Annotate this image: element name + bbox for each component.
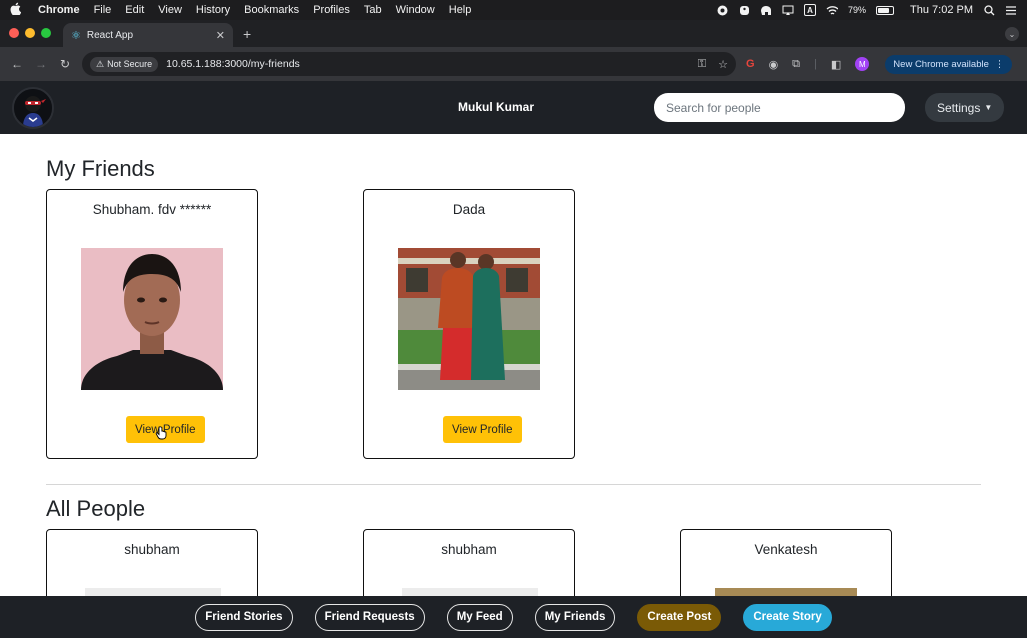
view-profile-label: View Profile [452, 423, 513, 436]
address-bar[interactable]: ⚠ Not Secure 10.65.1.188:3000/my-friends… [82, 52, 736, 76]
toolbar-separator: | [814, 58, 817, 70]
menu-file[interactable]: File [94, 4, 112, 16]
friend-card: Shubham. fdv ****** View Profile [46, 189, 258, 459]
back-arrow-icon[interactable]: ← [10, 57, 24, 71]
person-photo-placeholder [85, 588, 221, 596]
menu-app-name[interactable]: Chrome [38, 4, 80, 16]
reload-icon[interactable]: ↻ [58, 57, 72, 71]
warning-triangle-icon: ⚠ [96, 58, 105, 69]
menu-history[interactable]: History [196, 4, 230, 16]
record-icon[interactable] [716, 4, 728, 16]
new-chrome-available-button[interactable]: New Chrome available ⋮ [885, 54, 1013, 74]
tab-close-icon[interactable]: ✕ [216, 29, 225, 42]
bottom-nav-bar: Friend Stories Friend Requests My Feed M… [0, 596, 1027, 638]
extensions-puzzle-icon[interactable]: ⧉ [792, 58, 800, 71]
security-chip[interactable]: ⚠ Not Secure [90, 56, 159, 72]
navbar-user-name: Mukul Kumar [458, 100, 535, 114]
battery-icon[interactable] [876, 5, 895, 15]
menu-edit[interactable]: Edit [125, 4, 144, 16]
friend-photo [81, 248, 223, 390]
apple-icon[interactable] [10, 2, 24, 18]
menu-tab[interactable]: Tab [364, 4, 382, 16]
grammarly-extension-icon[interactable]: G [746, 58, 755, 70]
password-key-icon[interactable]: ⚿ [698, 58, 706, 71]
elephant-icon[interactable] [760, 4, 772, 16]
tab-search-chevron-icon[interactable]: ⌄ [1005, 27, 1019, 41]
bookmark-star-icon[interactable]: ☆ [718, 58, 728, 71]
side-panel-icon[interactable]: ◧ [831, 58, 841, 71]
person-name: shubham [124, 542, 180, 557]
menu-bookmarks[interactable]: Bookmarks [244, 4, 299, 16]
menu-window[interactable]: Window [396, 4, 435, 16]
settings-label: Settings [937, 100, 981, 115]
wifi-icon[interactable] [826, 4, 838, 16]
friend-requests-button[interactable]: Friend Requests [314, 603, 425, 631]
forward-arrow-icon[interactable]: → [34, 57, 48, 71]
search-people-input[interactable] [654, 93, 905, 122]
person-photo-placeholder [402, 588, 538, 596]
extensions-area: G ◉ ⧉ | ◧ M [746, 57, 870, 71]
accessibility-icon[interactable] [738, 4, 750, 16]
ninja-avatar-icon [14, 88, 52, 127]
view-profile-button[interactable]: View Profile [443, 416, 522, 443]
menubar-clock[interactable]: Thu 7:02 PM [910, 4, 973, 16]
all-people-heading: All People [46, 496, 146, 521]
my-friends-heading: My Friends [46, 156, 155, 181]
person-card: Venkatesh [680, 529, 892, 596]
my-feed-button[interactable]: My Feed [446, 603, 513, 631]
profile-avatar-icon[interactable]: M [855, 57, 870, 71]
omnibox-actions: ⚿ ☆ [698, 58, 728, 71]
tab-title: React App [86, 29, 134, 41]
person-name: shubham [441, 542, 497, 557]
menu-view[interactable]: View [158, 4, 182, 16]
main-content: My Friends Shubham. fdv ****** View Prof… [0, 134, 1027, 596]
input-source-icon[interactable]: A [804, 4, 816, 16]
menu-profiles[interactable]: Profiles [313, 4, 350, 16]
person-card: shubham [363, 529, 575, 596]
minimize-window-button[interactable] [25, 28, 35, 38]
create-post-button[interactable]: Create Post [637, 603, 722, 631]
macos-menu-bar: Chrome File Edit View History Bookmarks … [0, 0, 1027, 20]
more-vertical-icon: ⋮ [994, 58, 1005, 70]
browser-tab-active[interactable]: ⚛ React App ✕ [63, 23, 233, 47]
app-navbar: Mukul Kumar Settings ▼ [0, 81, 1027, 134]
window-controls [0, 28, 61, 47]
friend-name: Dada [452, 202, 486, 217]
friend-stories-button[interactable]: Friend Stories [195, 603, 293, 631]
user-avatar[interactable] [12, 86, 54, 129]
section-divider [46, 484, 981, 485]
friend-card: Dada View Profile [363, 189, 575, 459]
new-tab-plus-icon[interactable]: + [233, 26, 261, 47]
hand-cursor-icon [155, 426, 167, 440]
control-center-icon[interactable] [1005, 4, 1017, 16]
my-friends-button[interactable]: My Friends [534, 603, 616, 631]
friend-name: Shubham. fdv ****** [92, 202, 212, 217]
person-card: shubham [46, 529, 258, 596]
battery-percent: 79% [848, 5, 867, 15]
url-text[interactable]: 10.65.1.188:3000/my-friends [166, 58, 300, 70]
spotlight-search-icon[interactable] [983, 4, 995, 16]
browser-toolbar: ← → ↻ ⚠ Not Secure 10.65.1.188:3000/my-f… [0, 47, 1027, 81]
extension-target-icon[interactable]: ◉ [769, 58, 779, 71]
close-window-button[interactable] [9, 28, 19, 38]
caret-down-icon: ▼ [984, 103, 993, 112]
maximize-window-button[interactable] [41, 28, 51, 38]
update-label: New Chrome available [893, 58, 989, 70]
person-name: Venkatesh [754, 542, 818, 557]
browser-tab-strip: ⚛ React App ✕ + ⌄ [0, 20, 1027, 47]
menubar-status-area: A 79% Thu 7:02 PM [716, 4, 1017, 16]
security-label: Not Secure [107, 59, 153, 69]
person-photo [715, 588, 857, 596]
settings-dropdown-button[interactable]: Settings ▼ [925, 93, 1005, 122]
react-favicon-icon: ⚛ [71, 29, 81, 42]
menu-help[interactable]: Help [449, 4, 472, 16]
create-story-button[interactable]: Create Story [743, 603, 832, 631]
friend-photo [398, 248, 540, 390]
screen-mirror-icon[interactable] [782, 4, 794, 16]
